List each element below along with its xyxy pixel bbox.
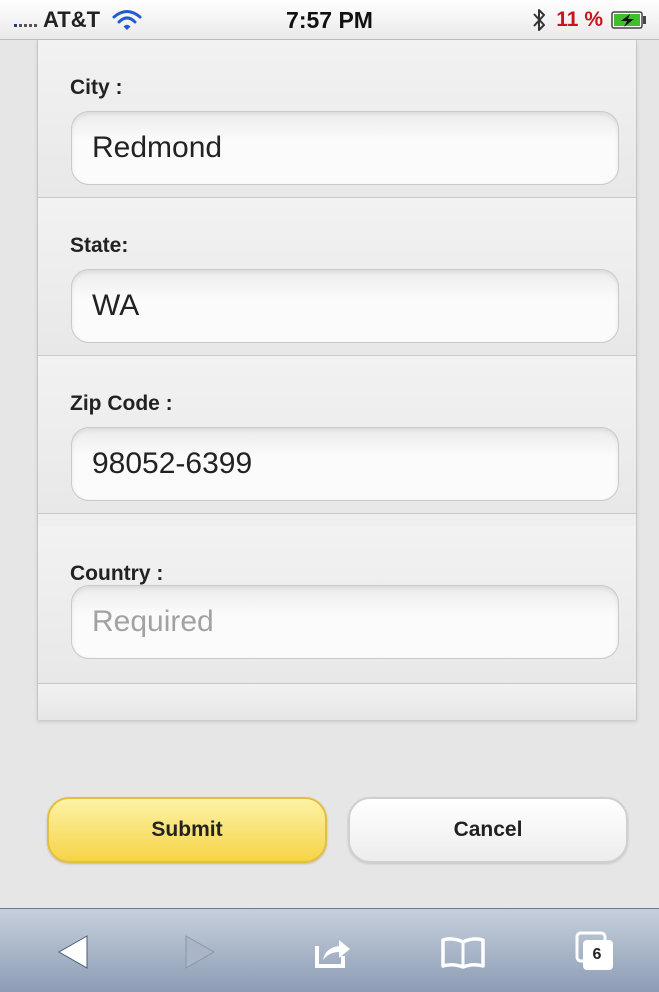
country-field[interactable] xyxy=(71,585,619,659)
zip-code-field[interactable] xyxy=(71,427,619,501)
tabs-button[interactable]: 6 xyxy=(570,927,620,977)
share-button[interactable] xyxy=(308,927,358,977)
form-row-state: State: xyxy=(38,198,636,356)
forward-arrow-icon xyxy=(185,935,216,969)
battery-charging-icon xyxy=(611,11,646,29)
bookmarks-button[interactable] xyxy=(438,927,488,977)
country-label: Country : xyxy=(70,562,164,585)
tab-count: 6 xyxy=(592,946,602,963)
browser-toolbar: 6 xyxy=(0,908,659,992)
status-right: 11 % xyxy=(530,0,647,40)
city-field[interactable] xyxy=(71,111,619,185)
bookmarks-book-icon xyxy=(441,937,485,969)
address-form: City : State: Zip Code : Country : xyxy=(37,40,637,720)
zip-code-label: Zip Code : xyxy=(70,392,173,415)
state-label: State: xyxy=(70,234,129,257)
share-icon xyxy=(315,940,350,968)
form-row-zip: Zip Code : xyxy=(38,356,636,514)
forward-button[interactable] xyxy=(175,927,225,977)
back-arrow-icon xyxy=(57,935,88,969)
cancel-button[interactable]: Cancel xyxy=(348,797,628,863)
form-row-city: City : xyxy=(38,40,636,198)
form-row-country: Country : xyxy=(38,526,636,684)
battery-percent: 11 % xyxy=(556,8,603,31)
bluetooth-icon xyxy=(533,9,546,31)
form-row-empty xyxy=(38,684,636,720)
back-button[interactable] xyxy=(48,927,98,977)
state-field[interactable] xyxy=(71,269,619,343)
submit-button[interactable]: Submit xyxy=(47,797,327,863)
city-label: City : xyxy=(70,76,123,99)
status-bar: AT&T 7:57 PM 11 % xyxy=(0,0,659,40)
